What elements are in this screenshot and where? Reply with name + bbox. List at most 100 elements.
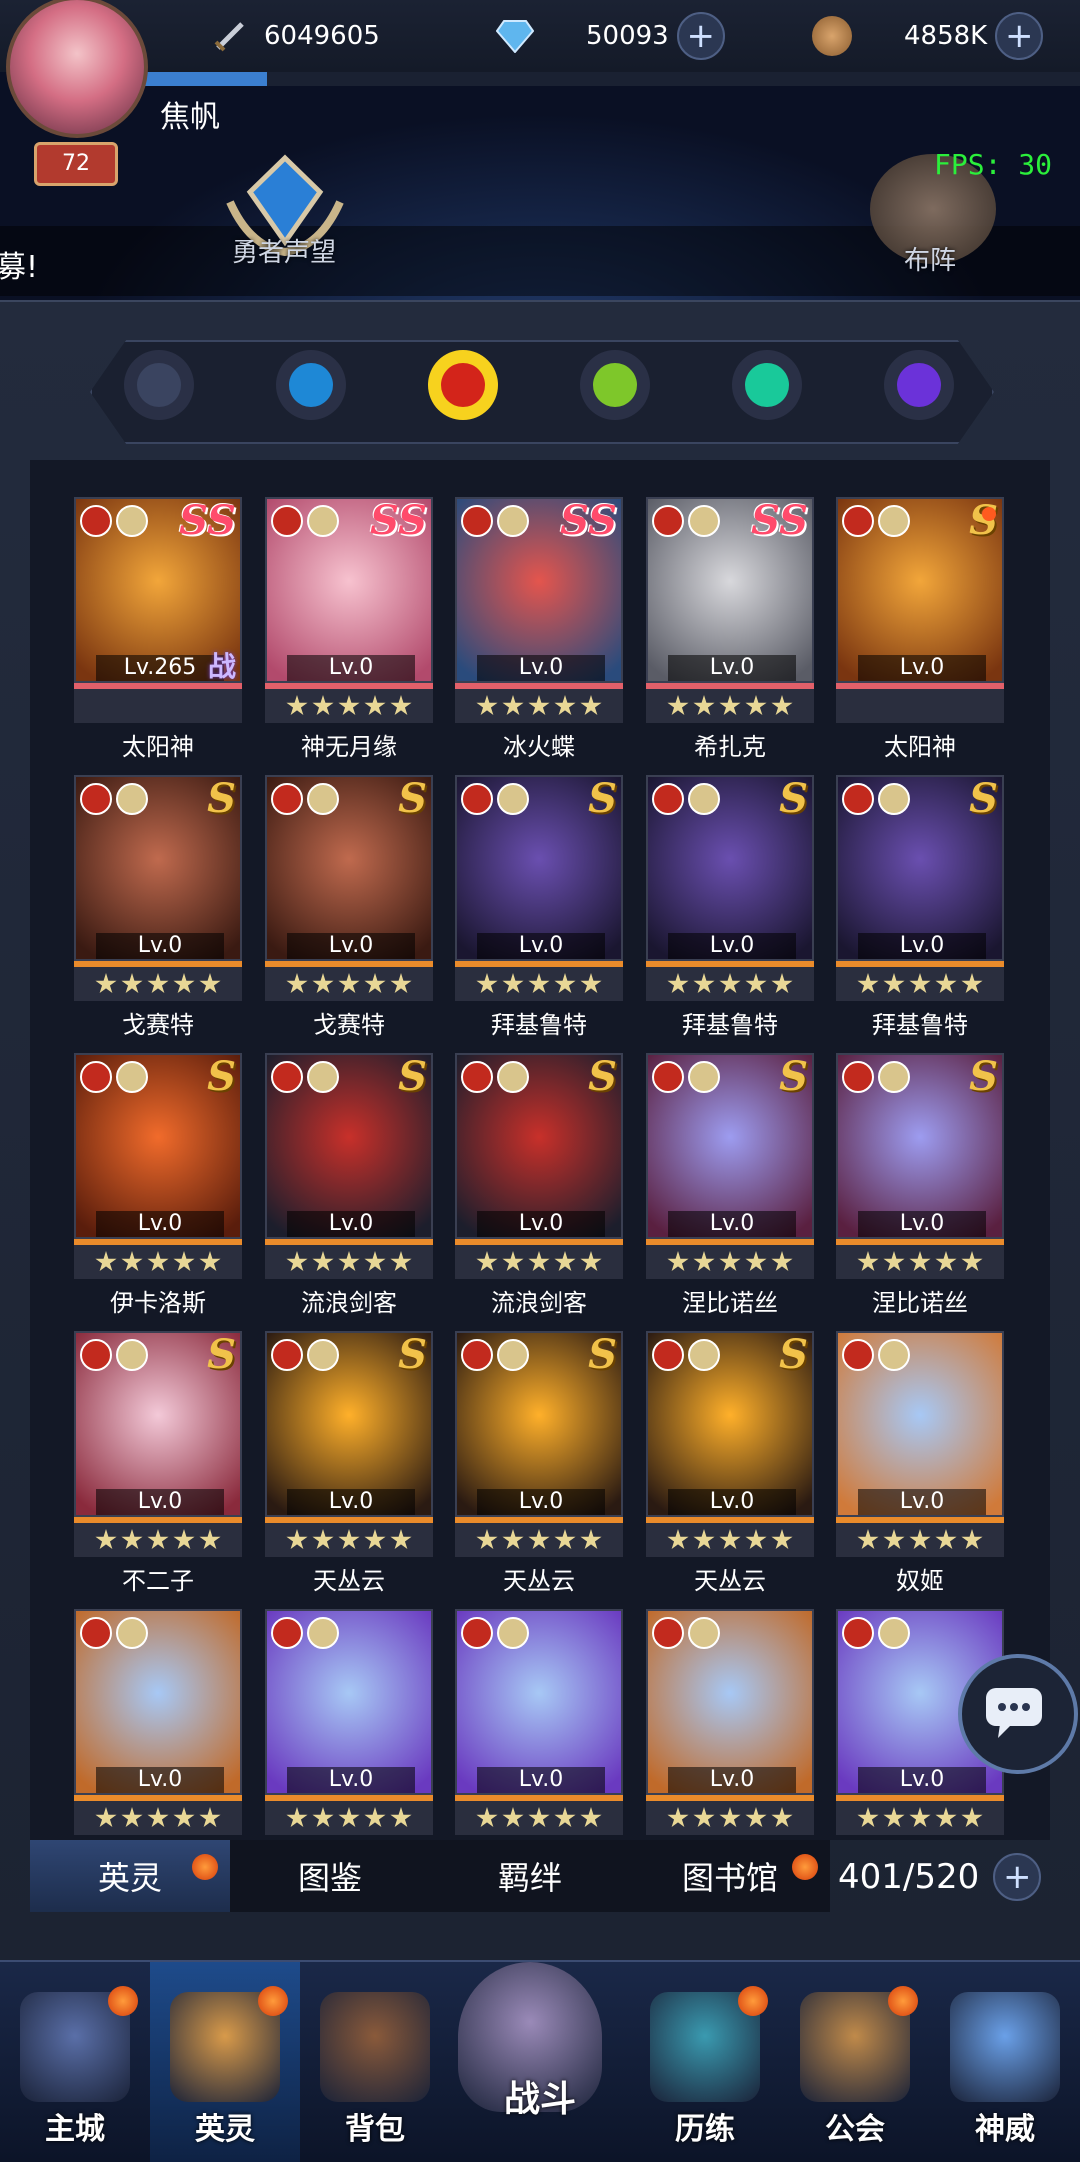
hero-card[interactable]: S Lv.0 拜基鲁特 [455, 775, 623, 1039]
hero-card[interactable]: SS Lv.0 希扎克 [646, 497, 814, 761]
hero-rank: S [969, 1053, 998, 1100]
hero-card[interactable]: S Lv.0 涅比诺丝 [836, 1053, 1004, 1317]
hero-card[interactable]: S Lv.0 戈赛特 [265, 775, 433, 1039]
fire-element-icon [652, 505, 684, 537]
hero-level: Lv.0 [668, 1767, 796, 1793]
hero-card[interactable]: S Lv.0 不二子 [74, 1331, 242, 1595]
star-icon [390, 1807, 412, 1828]
hero-portrait: SS Lv.0 [455, 497, 623, 683]
hero-card[interactable]: SS Lv.0 神无月缘 [265, 497, 433, 761]
hero-card[interactable]: S Lv.0 天丛云 [265, 1331, 433, 1595]
star-icon [502, 695, 524, 716]
hero-level: Lv.0 [668, 655, 796, 681]
hero-name: 希扎克 [694, 733, 766, 761]
add-gold-button[interactable]: + [995, 12, 1044, 60]
nav-item[interactable]: 神威 [930, 1962, 1080, 2162]
hero-card[interactable]: S Lv.0 涅比诺丝 [646, 1053, 814, 1317]
filter-dark-button[interactable] [884, 350, 954, 420]
hero-level: Lv.0 [858, 933, 986, 959]
chat-button[interactable] [958, 1654, 1078, 1774]
tab-3[interactable]: 图书馆 [630, 1840, 830, 1912]
star-icon [364, 1251, 386, 1272]
notification-dot [738, 1986, 768, 2016]
filter-wind-button[interactable] [732, 350, 802, 420]
nav-item[interactable]: 战斗 [450, 1962, 630, 2162]
filter-fire-button[interactable] [428, 350, 498, 420]
hero-card[interactable]: S Lv.0 天丛云 [646, 1331, 814, 1595]
nav-label: 战斗 [503, 2079, 576, 2120]
hero-card[interactable]: Lv.0 奴姬 [836, 1331, 1004, 1595]
fire-element-icon [842, 783, 874, 815]
hero-card[interactable]: S Lv.0 太阳神 [836, 497, 1004, 909]
tab-0[interactable]: 英灵 [30, 1840, 230, 1912]
star-rating [836, 1245, 1004, 1279]
class-icon [497, 1617, 529, 1649]
hero-portrait: S Lv.0 [455, 1331, 623, 1517]
coin-icon [812, 16, 852, 56]
star-rating [836, 1801, 1004, 1835]
star-icon [364, 1529, 386, 1550]
star-rating [265, 1523, 433, 1557]
hero-portrait: S Lv.0 [265, 1053, 433, 1239]
hero-card[interactable]: S Lv.0 流浪剑客 [265, 1053, 433, 1317]
class-icon [688, 783, 720, 815]
gold-display: 4858K + [812, 10, 1044, 62]
hero-name: 伊卡洛斯 [110, 1289, 206, 1317]
hero-portrait: S Lv.0 [74, 775, 242, 961]
nav-item[interactable]: 公会 [780, 1962, 930, 2162]
nav-item[interactable]: 主城 [0, 1962, 150, 2162]
hero-name: 拜基鲁特 [682, 1011, 778, 1039]
tab-2[interactable]: 羁绊 [430, 1840, 630, 1912]
hero-rank: S [398, 1053, 427, 1100]
class-icon [497, 1061, 529, 1093]
nav-icon [950, 1992, 1060, 2102]
hero-portrait: S Lv.0 [836, 775, 1004, 961]
star-icon [554, 695, 576, 716]
hero-card[interactable]: S Lv.0 拜基鲁特 [646, 775, 814, 1039]
hero-card[interactable]: S Lv.0 伊卡洛斯 [74, 1053, 242, 1317]
star-icon [719, 1807, 741, 1828]
star-icon [745, 1807, 767, 1828]
hero-portrait: Lv.0 [836, 1331, 1004, 1517]
hero-card[interactable]: SS Lv.265 战太阳神 [74, 497, 242, 909]
fire-element-icon [842, 1617, 874, 1649]
nav-item[interactable]: 英灵 [150, 1962, 300, 2162]
filter-water-button[interactable] [276, 350, 346, 420]
star-icon [364, 973, 386, 994]
hero-card[interactable]: S Lv.0 天丛云 [455, 1331, 623, 1595]
hero-card[interactable]: Lv.0 [265, 1609, 433, 1871]
star-icon [935, 1529, 957, 1550]
star-icon [745, 1251, 767, 1272]
filter-wood-button[interactable] [580, 350, 650, 420]
hero-card[interactable]: Lv.0 [74, 1609, 242, 1871]
star-rating [74, 967, 242, 1001]
hero-card[interactable]: Lv.0 [646, 1609, 814, 1871]
hero-name: 太阳神 [122, 733, 194, 761]
star-rating [265, 1245, 433, 1279]
hero-card[interactable]: Lv.0 [455, 1609, 623, 1871]
star-icon [857, 1807, 879, 1828]
add-diamond-button[interactable]: + [676, 12, 725, 60]
tab-1[interactable]: 图鉴 [230, 1840, 430, 1912]
star-icon [390, 695, 412, 716]
nav-label: 主城 [45, 2112, 105, 2147]
nav-item[interactable]: 历练 [630, 1962, 780, 2162]
star-icon [528, 973, 550, 994]
fire-element-icon [461, 783, 493, 815]
fire-element-icon [652, 1061, 684, 1093]
filter-all-button[interactable] [124, 350, 194, 420]
nav-item[interactable]: 背包 [300, 1962, 450, 2162]
hero-card[interactable]: S Lv.0 拜基鲁特 [836, 775, 1004, 1039]
star-icon [719, 1529, 741, 1550]
hero-card[interactable]: SS Lv.0 冰火蝶 [455, 497, 623, 761]
hero-portrait: S Lv.0 [646, 1053, 814, 1239]
hero-name: 流浪剑客 [491, 1289, 587, 1317]
hero-card[interactable]: S Lv.0 戈赛特 [74, 775, 242, 1039]
star-rating [646, 967, 814, 1001]
star-icon [745, 1529, 767, 1550]
player-avatar[interactable] [6, 0, 148, 138]
class-icon [688, 505, 720, 537]
hero-card[interactable]: S Lv.0 流浪剑客 [455, 1053, 623, 1317]
star-icon [173, 973, 195, 994]
add-hero-slots-button[interactable]: + [993, 1853, 1042, 1901]
